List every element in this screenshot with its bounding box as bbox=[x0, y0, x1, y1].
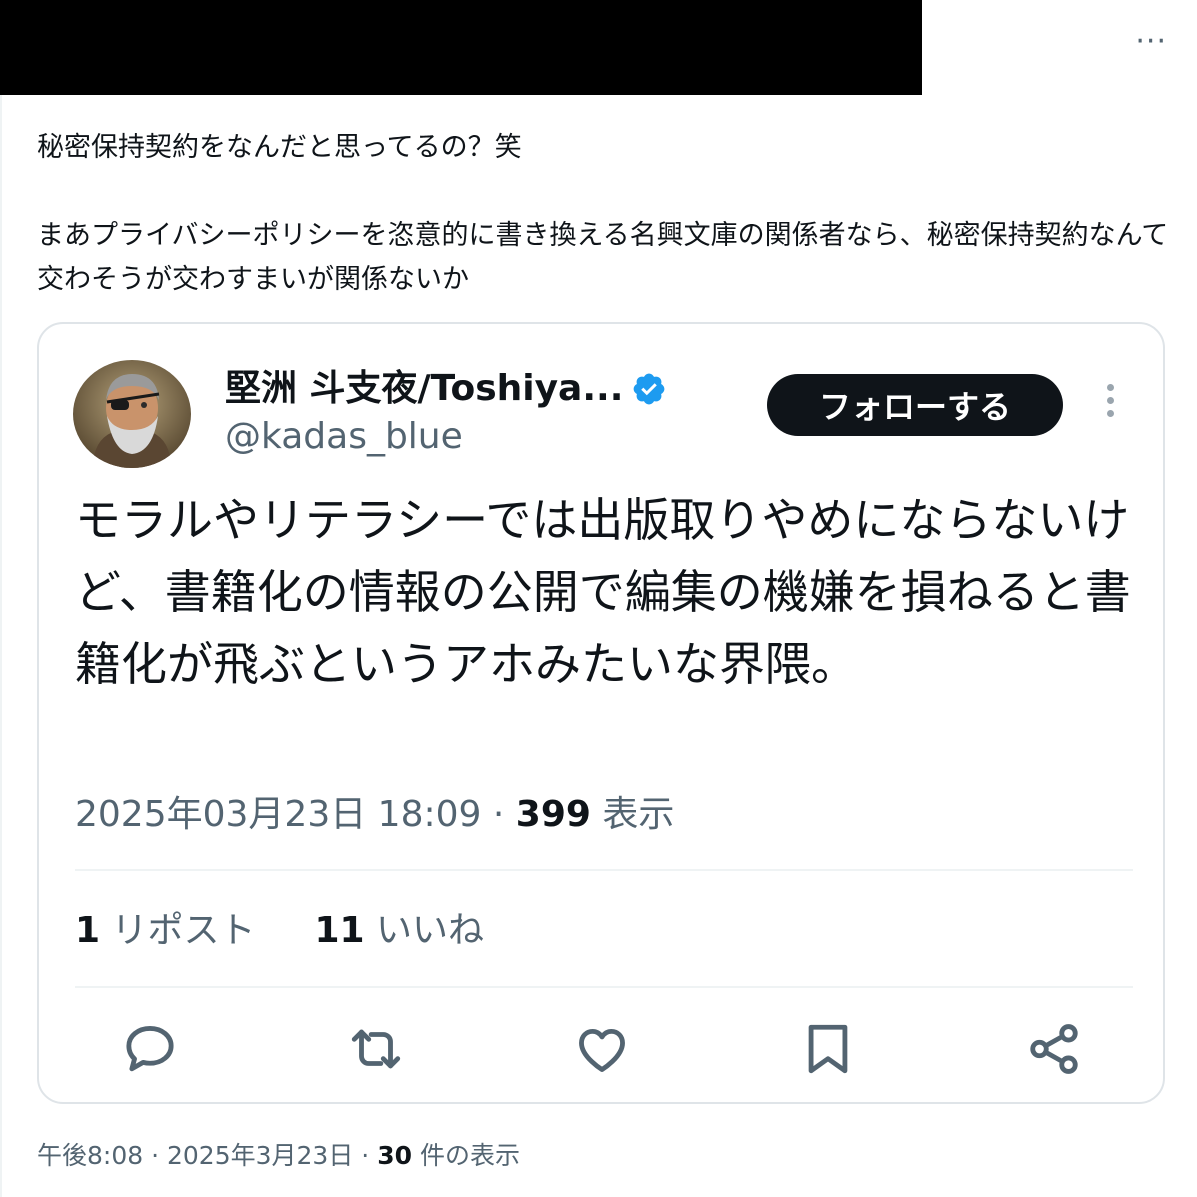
post-time[interactable]: 午後8:08 bbox=[37, 1141, 143, 1170]
author-name[interactable]: 堅洲 斗支夜/Toshiya... bbox=[225, 366, 623, 412]
footer-separator: · bbox=[361, 1141, 370, 1170]
like-button[interactable] bbox=[571, 1019, 633, 1079]
timeline-left-border bbox=[0, 0, 2, 1197]
post-date[interactable]: 2025年3月23日 bbox=[167, 1141, 353, 1170]
bookmark-icon bbox=[808, 1024, 848, 1074]
engagement-stats: 1 リポスト 11 いいね bbox=[75, 908, 484, 954]
redacted-header-block bbox=[0, 0, 922, 95]
verified-badge-icon bbox=[634, 373, 665, 405]
likes-label[interactable]: いいね bbox=[376, 910, 484, 951]
repost-icon bbox=[351, 1029, 401, 1069]
quoted-timestamp[interactable]: 2025年03月23日 18:09 bbox=[75, 794, 481, 835]
reply-icon bbox=[126, 1026, 174, 1072]
quoted-tweet-meta: 2025年03月23日 18:09 · 399 表示 bbox=[75, 792, 674, 838]
bookmark-button[interactable] bbox=[797, 1019, 859, 1079]
post-footer-meta: 午後8:08 · 2025年3月23日 · 30 件の表示 bbox=[37, 1138, 520, 1174]
more-options-button[interactable]: ··· bbox=[1135, 22, 1167, 62]
divider bbox=[75, 986, 1133, 988]
views-count: 399 bbox=[515, 794, 591, 835]
reposts-label[interactable]: リポスト bbox=[112, 910, 256, 951]
follow-button[interactable]: フォローする bbox=[767, 374, 1063, 436]
post-body: 秘密保持契約をなんだと思ってるの？笑 まあプライバシーポリシーを恣意的に書き換え… bbox=[37, 126, 1177, 302]
reposts-count[interactable]: 1 bbox=[75, 910, 100, 951]
reply-button[interactable] bbox=[119, 1019, 181, 1079]
quoted-tweet-text: モラルやリテラシーでは出版取りやめにならないけど、書籍化の情報の公開で編集の機嫌… bbox=[75, 493, 1131, 691]
author-name-row[interactable]: 堅洲 斗支夜/Toshiya... bbox=[225, 366, 667, 412]
post-views-label: 件の表示 bbox=[419, 1141, 520, 1170]
avatar[interactable] bbox=[73, 360, 191, 468]
post-views-count: 30 bbox=[377, 1141, 412, 1170]
post-text-line-1: 秘密保持契約をなんだと思ってるの？笑 bbox=[37, 132, 522, 163]
share-icon bbox=[1030, 1024, 1078, 1074]
share-button[interactable] bbox=[1023, 1019, 1085, 1079]
like-icon bbox=[579, 1028, 625, 1072]
views-label: 表示 bbox=[602, 794, 675, 835]
more-horizontal-icon: ··· bbox=[1135, 24, 1167, 59]
author-handle[interactable]: @kadas_blue bbox=[225, 414, 463, 460]
meta-separator: · bbox=[492, 794, 505, 835]
likes-count[interactable]: 11 bbox=[314, 910, 364, 951]
action-bar bbox=[75, 1019, 1133, 1079]
footer-separator: · bbox=[151, 1141, 160, 1170]
divider bbox=[75, 869, 1133, 871]
post-text-line-2: まあプライバシーポリシーを恣意的に書き換える名興文庫の関係者なら、秘密保持契約な… bbox=[37, 220, 1169, 295]
embedded-tweet-card[interactable]: 堅洲 斗支夜/Toshiya... @kadas_blue フォローする モラル… bbox=[37, 322, 1165, 1104]
repost-button[interactable] bbox=[345, 1019, 407, 1079]
more-vertical-icon[interactable] bbox=[1099, 384, 1121, 424]
